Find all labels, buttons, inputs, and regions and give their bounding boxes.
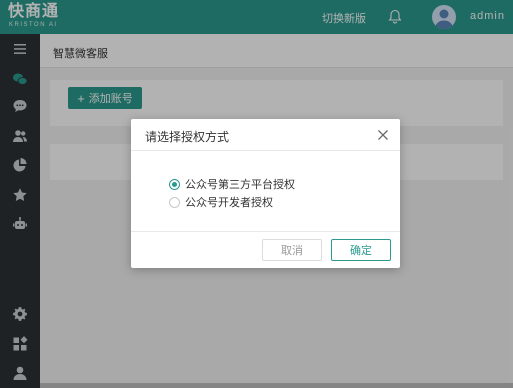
radio-label: 公众号第三方平台授权 — [185, 179, 295, 191]
radio-button[interactable] — [169, 178, 180, 190]
close-icon[interactable] — [377, 129, 389, 141]
radio-button[interactable] — [169, 196, 180, 208]
ok-button[interactable]: 确定 — [331, 239, 391, 261]
radio-option-developer[interactable]: 公众号开发者授权 — [169, 194, 273, 210]
radio-label: 公众号开发者授权 — [185, 197, 273, 209]
dialog-header: 请选择授权方式 — [131, 119, 400, 151]
auth-method-dialog: 请选择授权方式 公众号第三方平台授权 公众号开发者授权 取消 确定 — [131, 119, 400, 268]
cancel-button[interactable]: 取消 — [262, 239, 322, 261]
dialog-divider — [131, 231, 400, 232]
radio-option-third-party[interactable]: 公众号第三方平台授权 — [169, 176, 295, 192]
dialog-title: 请选择授权方式 — [145, 130, 230, 144]
